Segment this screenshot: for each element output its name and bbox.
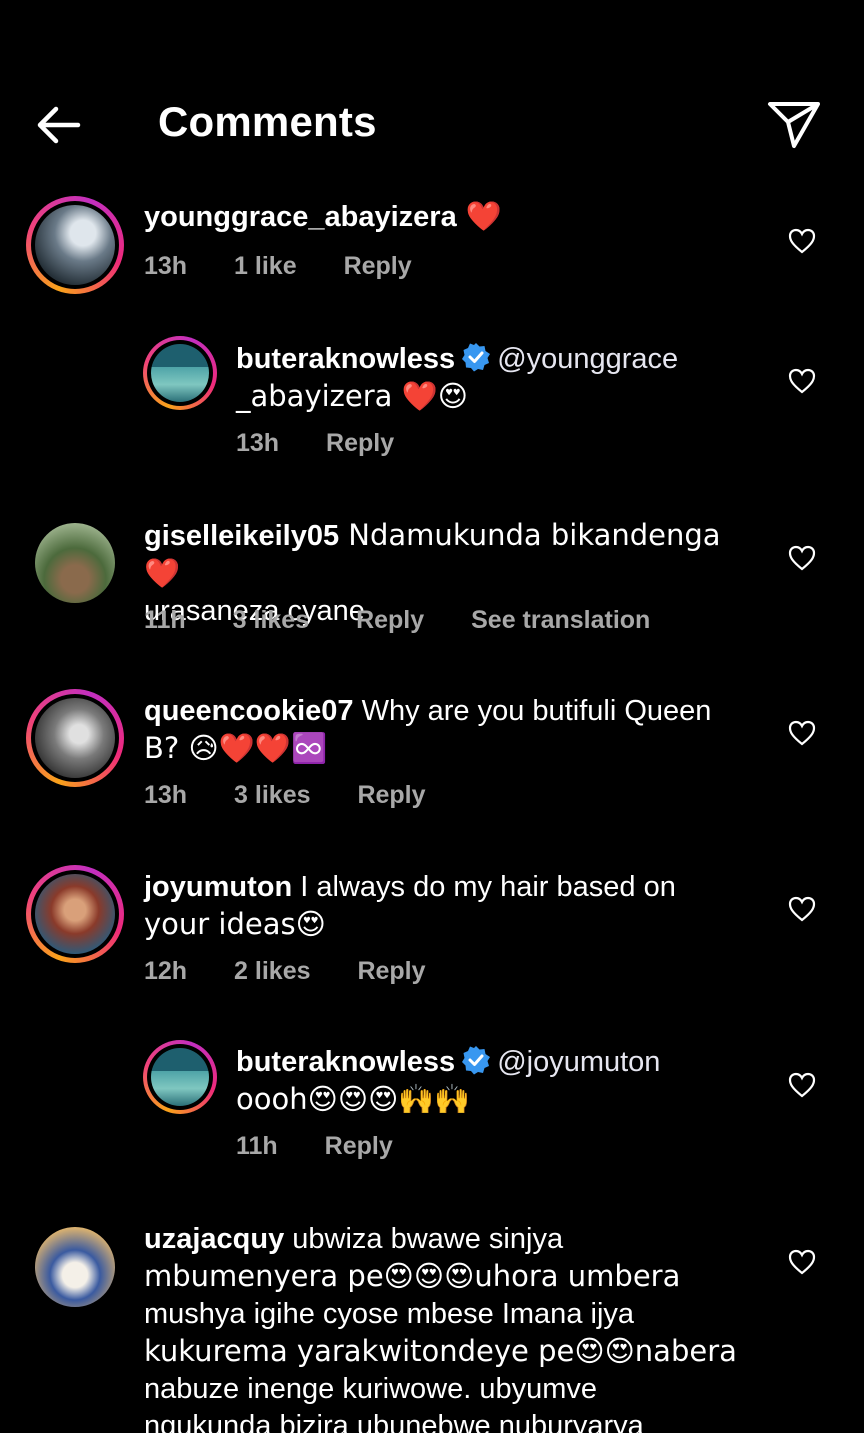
comment-text-line: nabuze inenge kuriwowe. ubyumve (144, 1373, 597, 1405)
comment-time: 13h (236, 429, 280, 457)
comment-username[interactable]: joyumuton (144, 871, 292, 903)
see-translation-link[interactable]: See translation (471, 606, 650, 634)
comment-text-line: mushya igihe cyose mbese Imana ijya (144, 1298, 635, 1330)
comment-text-line: kukurema yarakwitondeye pe😍😍nabera (144, 1334, 737, 1368)
comment-text-line: mbumenyera pe😍😍😍uhora umbera (144, 1259, 681, 1293)
comment-time: 11h (144, 606, 186, 634)
reply-button[interactable]: Reply (357, 957, 425, 985)
likes-count[interactable]: 1 like (234, 252, 297, 280)
comment-time: 13h (144, 252, 188, 280)
back-button[interactable] (30, 100, 90, 150)
avatar[interactable] (26, 689, 124, 787)
reply-button[interactable]: Reply (325, 1132, 393, 1160)
like-button[interactable] (788, 720, 816, 746)
likes-count[interactable]: 3 likes (234, 781, 310, 809)
like-button[interactable] (788, 228, 816, 254)
reply-item: buteraknowless @joyumuton oooh😍😍😍🙌🙌 11h R… (0, 1040, 864, 1170)
header-bar: Comments (0, 70, 864, 180)
reply-button[interactable]: Reply (357, 781, 425, 809)
comment-time: 13h (144, 781, 188, 809)
comment-username[interactable]: buteraknowless (236, 1046, 455, 1078)
mention-link[interactable]: @joyumuton (497, 1046, 660, 1078)
avatar[interactable] (26, 1218, 124, 1316)
heart-icon (788, 896, 816, 922)
like-button[interactable] (788, 545, 816, 571)
comment-text: _abayizera ❤️😍 (236, 379, 468, 413)
reply-button[interactable]: Reply (344, 252, 412, 280)
comment-item: queencookie07 Why are you butifuli Queen… (0, 689, 864, 829)
reply-item: buteraknowless @younggrace _abayizera ❤️😍… (0, 336, 864, 466)
likes-count[interactable]: 2 likes (234, 957, 310, 985)
comment-text: Why are you butifuli Queen (353, 695, 712, 727)
like-button[interactable] (788, 896, 816, 922)
comment-username[interactable]: giselleikeily05 (144, 520, 339, 552)
comment-text-continued: your ideas😍 (144, 907, 326, 941)
like-button[interactable] (788, 368, 816, 394)
avatar[interactable] (143, 1040, 217, 1114)
comment-item: younggrace_abayizera ❤️ 13h 1 like Reply (0, 196, 864, 306)
share-button[interactable] (764, 96, 824, 152)
verified-badge-icon (462, 1046, 491, 1075)
heart-icon (788, 720, 816, 746)
page-title: Comments (158, 98, 377, 145)
arrow-left-icon (37, 106, 81, 144)
comment-time: 11h (236, 1132, 278, 1160)
heart-icon (788, 368, 816, 394)
likes-count[interactable]: 3 likes (233, 606, 309, 634)
like-button[interactable] (788, 1249, 816, 1275)
mention-link[interactable]: @younggrace (497, 343, 678, 375)
comment-text-line: ngukunda bizira ubunebwe nuburyarya (144, 1410, 644, 1433)
comment-text: I always do my hair based on (292, 871, 676, 903)
comment-username[interactable]: uzajacquy (144, 1223, 284, 1255)
reply-button[interactable]: Reply (326, 429, 394, 457)
heart-icon (788, 1072, 816, 1098)
comment-text: oooh😍😍😍🙌🙌 (236, 1082, 471, 1116)
verified-badge-icon (462, 343, 491, 372)
heart-icon (788, 228, 816, 254)
comment-username[interactable]: buteraknowless (236, 343, 455, 375)
heart-icon (788, 545, 816, 571)
reply-button[interactable]: Reply (356, 606, 424, 634)
comment-item: joyumuton I always do my hair based on y… (0, 865, 864, 1005)
comment-text-continued: B? 😥❤️❤️♾️ (144, 731, 328, 765)
comment-username[interactable]: younggrace_abayizera (144, 201, 457, 233)
avatar[interactable] (143, 336, 217, 410)
avatar[interactable] (26, 514, 124, 612)
comment-time: 12h (144, 957, 188, 985)
paper-plane-icon (768, 102, 820, 148)
heart-icon (788, 1249, 816, 1275)
comment-item: giselleikeily05 Ndamukunda bikandenga ❤️… (0, 514, 864, 654)
comment-text: ubwiza bwawe sinjya (284, 1223, 564, 1255)
avatar[interactable] (26, 196, 124, 294)
comment-username[interactable]: queencookie07 (144, 695, 354, 727)
comment-text: ❤️ (456, 199, 503, 233)
avatar[interactable] (26, 865, 124, 963)
comment-item: uzajacquy ubwiza bwawe sinjya mbumenyera… (0, 1218, 864, 1433)
like-button[interactable] (788, 1072, 816, 1098)
